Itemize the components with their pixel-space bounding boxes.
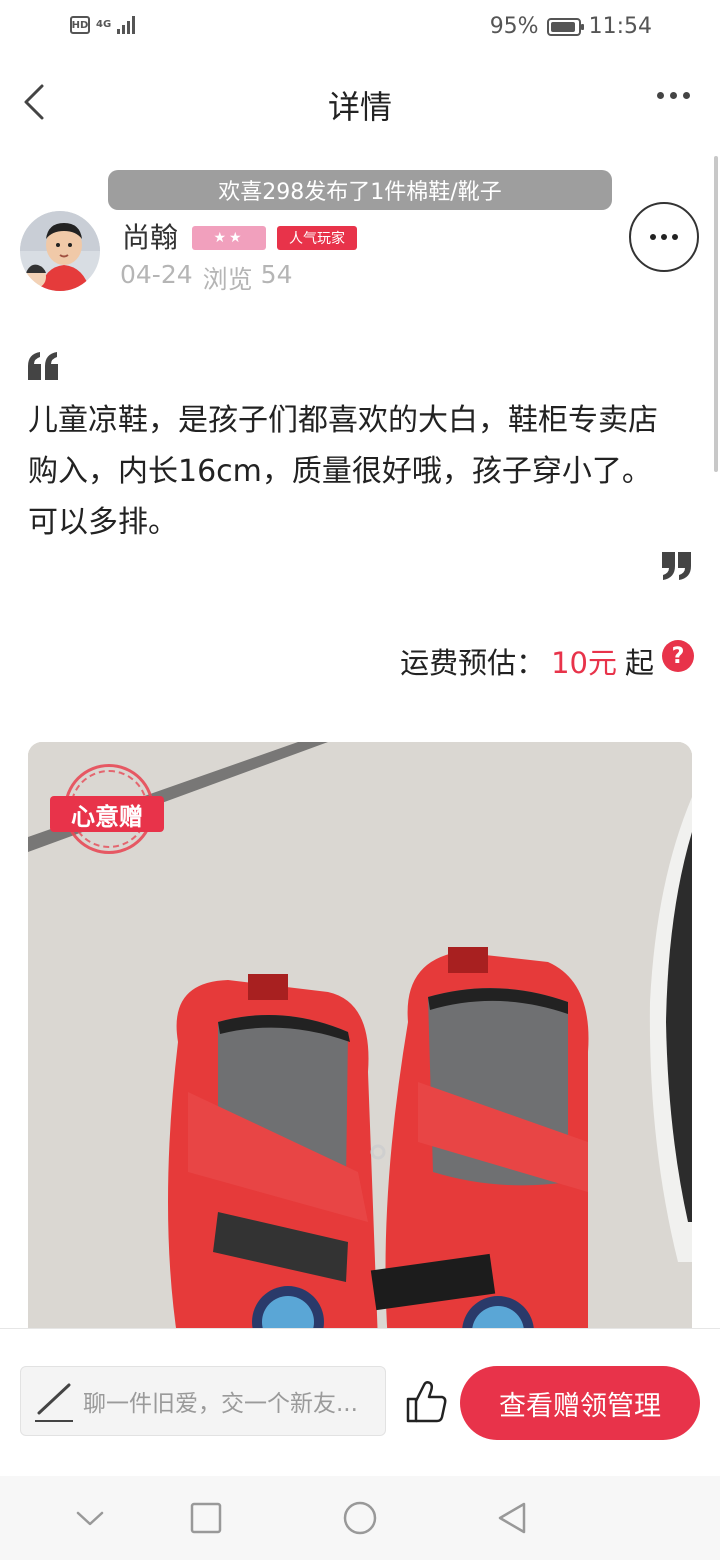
hd-icon: HD: [70, 16, 90, 34]
gift-stamp: 心意赠: [50, 764, 168, 854]
system-nav-bar: [0, 1476, 720, 1560]
user-name[interactable]: 尚翰: [122, 216, 178, 256]
post-date: 04-24: [120, 260, 193, 289]
thumbs-up-icon[interactable]: [404, 1379, 448, 1423]
popular-player-badge: 人气玩家: [277, 226, 357, 250]
shipping-price: 10元: [551, 646, 617, 680]
post-meta: 04-24 浏览 54: [120, 260, 292, 296]
comment-placeholder: 聊一件旧爱，交一个新友...: [83, 1391, 358, 1417]
star-level-badge: ★★: [192, 226, 266, 250]
product-photo[interactable]: 心意赠: [28, 742, 692, 1342]
page-title: 详情: [327, 88, 392, 126]
bottom-action-bar: 聊一件旧爱，交一个新友... 查看赠领管理: [0, 1328, 720, 1476]
recent-apps-icon[interactable]: [188, 1500, 224, 1536]
user-more-button[interactable]: [629, 202, 699, 272]
top-nav-bar: 详情: [0, 56, 720, 148]
chevron-down-icon[interactable]: [72, 1500, 108, 1536]
scrollbar[interactable]: [714, 156, 718, 472]
pen-icon: [35, 1383, 73, 1422]
views: 浏览 54: [203, 260, 293, 296]
status-left: HD 4G: [70, 16, 136, 34]
publish-notice: 欢喜298发布了1件棉鞋/靴子: [108, 170, 612, 210]
battery-icon: [546, 17, 584, 36]
post-description: 儿童凉鞋，是孩子们都喜欢的大白，鞋柜专卖店购入，内长16cm，质量很好哦，孩子穿…: [28, 403, 658, 540]
signal-icon: [117, 16, 136, 34]
shipping-label: 运费预估：: [400, 646, 546, 680]
back-triangle-icon[interactable]: [494, 1500, 530, 1536]
status-bar: HD 4G 95% 11:54: [0, 0, 720, 56]
battery-fill: [550, 21, 576, 32]
shipping-suffix: 起: [624, 646, 654, 680]
battery-percent: 95%: [489, 14, 539, 39]
quote-open-icon: [28, 352, 58, 380]
views-count: 54: [260, 260, 293, 289]
claim-management-button[interactable]: 查看赠领管理: [460, 1366, 700, 1440]
gift-stamp-label: 心意赠: [50, 796, 164, 832]
more-horizontal-icon[interactable]: [657, 92, 690, 99]
comment-input[interactable]: 聊一件旧爱，交一个新友...: [20, 1366, 386, 1436]
network-type-label: 4G: [96, 19, 112, 30]
shipping-estimate: 运费预估： 10元 起 ?: [400, 640, 694, 682]
quote-close-icon: [662, 552, 691, 580]
avatar[interactable]: [20, 211, 100, 291]
status-right: 95% 11:54: [490, 14, 652, 39]
help-icon[interactable]: ?: [662, 640, 694, 672]
home-icon[interactable]: [342, 1500, 378, 1536]
views-label: 浏览: [202, 265, 253, 294]
clock: 11:54: [588, 14, 652, 39]
